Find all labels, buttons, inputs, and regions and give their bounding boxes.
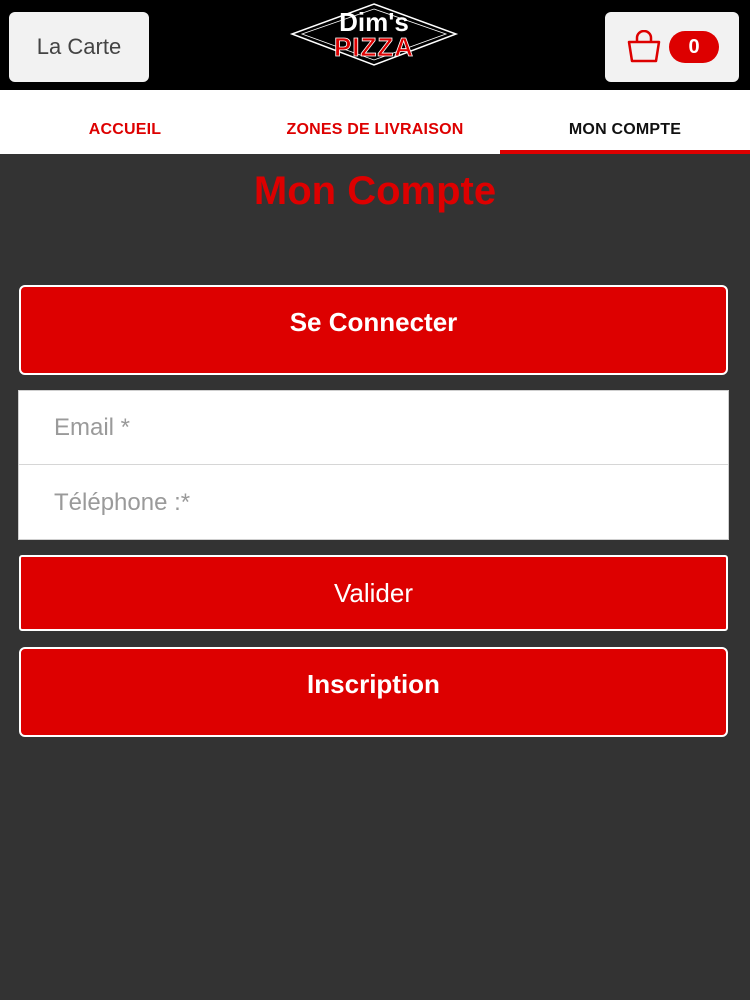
shopping-bag-icon [627,30,661,63]
cart-count-badge: 0 [669,31,719,63]
la-carte-button[interactable]: La Carte [9,12,149,82]
email-field[interactable] [19,391,728,465]
login-form [18,390,729,540]
logo-text-pizza: PIZZA [334,32,414,62]
phone-field[interactable] [19,466,728,540]
tab-mon-compte[interactable]: MON COMPTE [500,90,750,154]
inscription-button[interactable]: Inscription [19,647,728,737]
tab-accueil[interactable]: ACCUEIL [0,90,250,154]
cart-button[interactable]: 0 [605,12,739,82]
valider-button[interactable]: Valider [19,555,728,631]
dims-pizza-logo: Dim's PIZZA [289,3,459,66]
se-connecter-button[interactable]: Se Connecter [19,285,728,375]
main-nav-tabs: ACCUEIL ZONES DE LIVRAISON MON COMPTE [0,90,750,154]
page-title: Mon Compte [253,169,497,213]
top-bar: La Carte Dim's PIZZA 0 [0,0,750,90]
tab-zones-de-livraison[interactable]: ZONES DE LIVRAISON [250,90,500,154]
